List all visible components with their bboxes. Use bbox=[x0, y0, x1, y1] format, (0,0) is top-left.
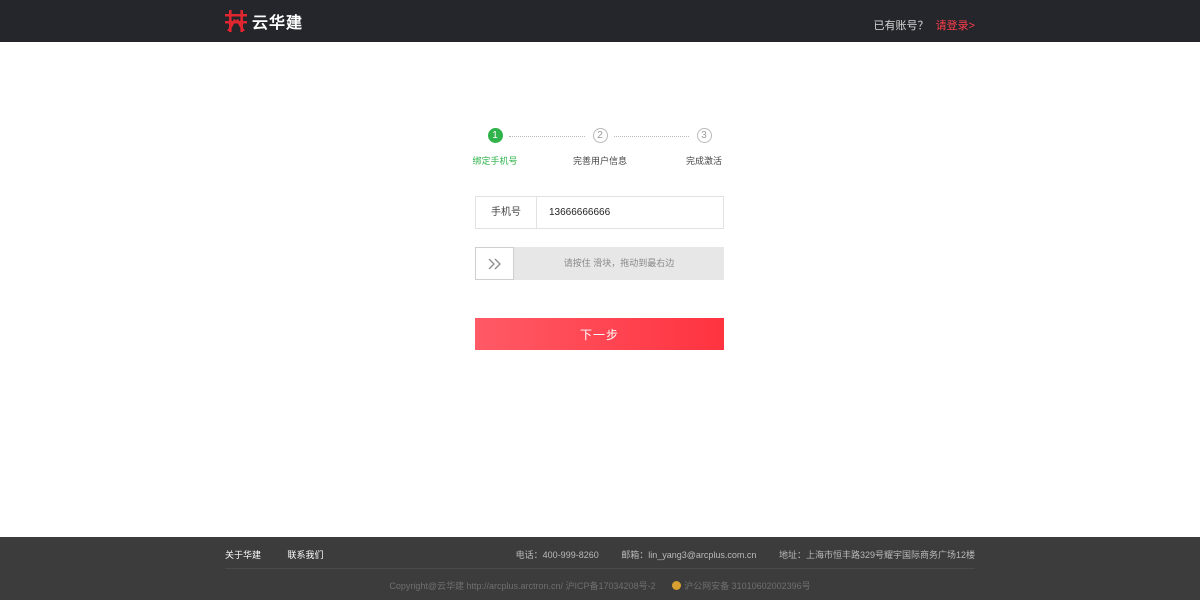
footer-contact-info: 电话：400-999-8260 邮箱：lin_yang3@arcplus.com… bbox=[496, 548, 975, 561]
about-link[interactable]: 关于华建 bbox=[225, 550, 261, 560]
page-footer: 关于华建 联系我们 电话：400-999-8260 邮箱：lin_yang3@a… bbox=[0, 537, 1200, 600]
slider-handle[interactable] bbox=[475, 247, 514, 280]
phone-field-row: 手机号 bbox=[475, 196, 724, 229]
footer-links: 关于华建 联系我们 bbox=[225, 548, 348, 561]
registration-steps: 1 绑定手机号 2 完善用户信息 3 完成激活 bbox=[470, 128, 730, 172]
brand-logo[interactable]: 云华建 bbox=[224, 10, 303, 32]
phone-input[interactable] bbox=[537, 197, 723, 228]
police-badge-icon bbox=[672, 581, 682, 590]
step-bind-phone: 1 绑定手机号 bbox=[450, 128, 540, 167]
police-record-text[interactable]: 沪公网安备 31010602002396号 bbox=[684, 581, 811, 591]
step-label: 完成激活 bbox=[685, 156, 722, 166]
login-link[interactable]: 请登录> bbox=[936, 20, 975, 32]
brand-name: 云华建 bbox=[252, 15, 304, 32]
step-number: 2 bbox=[592, 128, 608, 143]
footer-address: 地址：上海市恒丰路329号耀宇国际商务广场12楼 bbox=[778, 550, 975, 560]
step-label: 绑定手机号 bbox=[472, 156, 518, 166]
account-prompt-text: 已有账号？ bbox=[873, 20, 929, 32]
contact-link[interactable]: 联系我们 bbox=[288, 550, 324, 560]
slider-hint: 请按住 滑块，拖动到最右边 bbox=[563, 258, 675, 268]
step-number: 3 bbox=[696, 128, 712, 143]
next-step-button[interactable]: 下一步 bbox=[475, 318, 724, 350]
top-header: 云华建 已有账号？ 请登录> bbox=[0, 0, 1200, 42]
double-chevron-right-icon bbox=[488, 258, 501, 269]
copyright-text: Copyright@云华建 http://arcplus.arctron.cn/… bbox=[389, 581, 656, 591]
step-label: 完善用户信息 bbox=[572, 156, 627, 166]
slider-captcha: 请按住 滑块，拖动到最右边 bbox=[475, 247, 724, 280]
account-prompt-area: 已有账号？ 请登录> bbox=[874, 17, 976, 33]
footer-email: 邮箱：lin_yang3@arcplus.com.cn bbox=[621, 550, 757, 560]
footer-phone: 电话：400-999-8260 bbox=[515, 550, 599, 560]
logo-mark-icon bbox=[225, 10, 247, 32]
footer-divider bbox=[225, 568, 975, 569]
copyright-line: Copyright@云华建 http://arcplus.arctron.cn/… bbox=[0, 579, 1200, 592]
step-complete-info: 2 完善用户信息 bbox=[555, 128, 645, 167]
step-number: 1 bbox=[487, 128, 503, 143]
phone-label: 手机号 bbox=[476, 197, 537, 228]
step-activate: 3 完成激活 bbox=[659, 128, 749, 167]
